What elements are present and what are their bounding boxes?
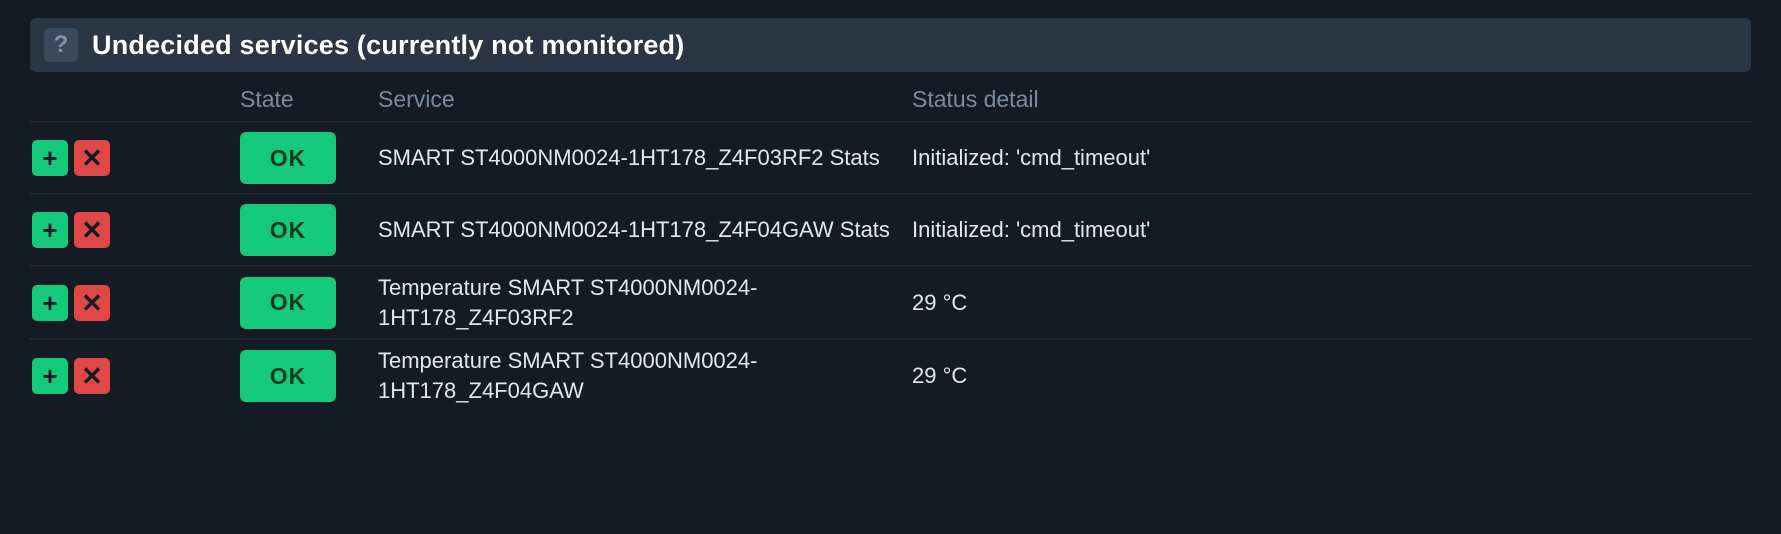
add-service-button[interactable]: + [32,358,68,394]
table-row: + ✕ OK Temperature SMART ST4000NM0024-1H… [30,338,1751,411]
plus-icon: + [42,217,57,243]
status-badge: OK [240,277,336,329]
column-headers: State Service Status detail [30,72,1751,121]
add-service-button[interactable]: + [32,140,68,176]
col-header-service: Service [366,86,900,113]
service-cell: SMART ST4000NM0024-1HT178_Z4F04GAW Stats [366,215,900,245]
plus-icon: + [42,290,57,316]
plus-icon: + [42,363,57,389]
service-cell: SMART ST4000NM0024-1HT178_Z4F03RF2 Stats [366,143,900,173]
status-detail-cell: Initialized: 'cmd_timeout' [900,145,1751,171]
close-icon: ✕ [81,363,103,389]
col-header-state: State [240,86,366,113]
status-detail-cell: 29 °C [900,290,1751,316]
service-rows: + ✕ OK SMART ST4000NM0024-1HT178_Z4F03RF… [30,121,1751,412]
status-badge: OK [240,350,336,402]
remove-service-button[interactable]: ✕ [74,212,110,248]
table-row: + ✕ OK SMART ST4000NM0024-1HT178_Z4F03RF… [30,121,1751,193]
close-icon: ✕ [81,145,103,171]
status-badge: OK [240,132,336,184]
plus-icon: + [42,145,57,171]
close-icon: ✕ [81,217,103,243]
table-row: + ✕ OK SMART ST4000NM0024-1HT178_Z4F04GA… [30,193,1751,265]
col-header-status: Status detail [900,86,1751,113]
remove-service-button[interactable]: ✕ [74,140,110,176]
help-icon[interactable]: ? [44,28,78,62]
table-row: + ✕ OK Temperature SMART ST4000NM0024-1H… [30,265,1751,338]
close-icon: ✕ [81,290,103,316]
add-service-button[interactable]: + [32,285,68,321]
remove-service-button[interactable]: ✕ [74,285,110,321]
service-cell: Temperature SMART ST4000NM0024-1HT178_Z4… [366,273,900,332]
status-badge: OK [240,204,336,256]
service-cell: Temperature SMART ST4000NM0024-1HT178_Z4… [366,346,900,405]
panel-title: Undecided services (currently not monito… [92,30,684,61]
remove-service-button[interactable]: ✕ [74,358,110,394]
undecided-services-panel: ? Undecided services (currently not moni… [30,18,1751,412]
panel-header: ? Undecided services (currently not moni… [30,18,1751,72]
add-service-button[interactable]: + [32,212,68,248]
status-detail-cell: 29 °C [900,363,1751,389]
status-detail-cell: Initialized: 'cmd_timeout' [900,217,1751,243]
